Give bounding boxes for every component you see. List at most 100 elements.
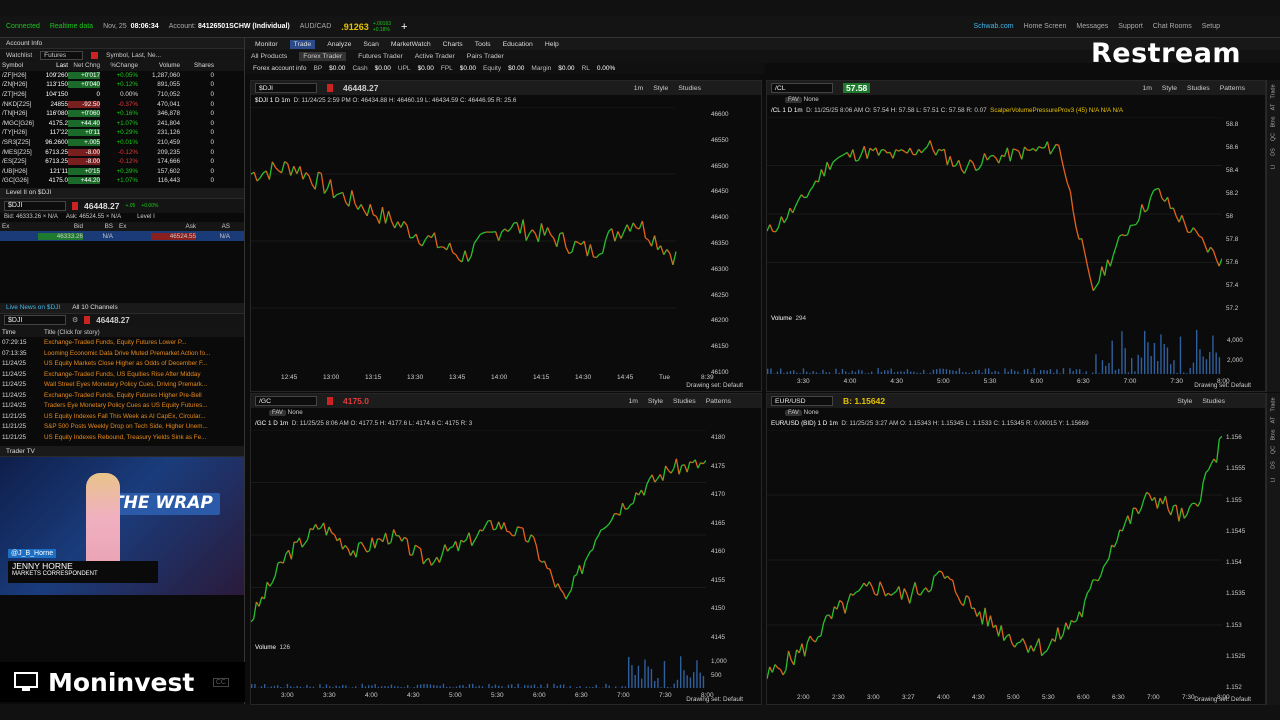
news-item[interactable]: 11/21/25 US Equity Indexes Fall This Week… — [0, 411, 244, 422]
gc-drawing-set[interactable]: Drawing set: Default — [686, 696, 743, 703]
gc-style[interactable]: Style — [648, 398, 663, 405]
gc-timeframe[interactable]: 1m — [628, 398, 637, 405]
tab-all-products[interactable]: All Products — [251, 53, 287, 60]
sidebar-tab[interactable]: LI — [1271, 474, 1277, 487]
news-item[interactable]: 11/24/25 Traders Eye Monetary Policy Cues… — [0, 400, 244, 411]
cl-drawing-set[interactable]: Drawing set: Default — [1194, 382, 1251, 389]
news-item[interactable]: 07:29:15 Exchange-Traded Funds, Equity Fu… — [0, 337, 244, 348]
tab-active-trader[interactable]: Active Trader — [415, 53, 455, 60]
dji-price-chart[interactable] — [251, 107, 706, 375]
col-netchng[interactable]: Net Chng — [68, 62, 100, 69]
menu-tools[interactable]: Tools — [475, 41, 491, 48]
menu-scan[interactable]: Scan — [363, 41, 379, 48]
menu-analyze[interactable]: Analyze — [327, 41, 351, 48]
watchlist-row[interactable]: /TN[H26] 116'080 +0'060 +0.16% 346,878 0 — [0, 109, 244, 119]
watchlist-row[interactable]: /MGC[G26] 4175.2 +44.40 +1.07% 241,804 0 — [0, 119, 244, 129]
flag-icon[interactable] — [327, 84, 333, 92]
tradertv-video[interactable]: THE WRAP @J_B_Horne JENNY HORNE MARKETS … — [0, 457, 244, 596]
cl-patterns[interactable]: Patterns — [1220, 85, 1245, 92]
sidebar-tab[interactable]: Btns — [1271, 429, 1277, 442]
sidebar-tab[interactable]: QC — [1271, 444, 1277, 457]
menu-trade[interactable]: Trade — [289, 39, 316, 49]
news-channels[interactable]: All 10 Channels — [72, 304, 118, 311]
add-ticker-button[interactable]: + — [401, 21, 407, 33]
watchlist-row[interactable]: /MES[Z25] 6713.25 -8.00 -0.12% 209,235 0 — [0, 147, 244, 157]
watchlist-row[interactable]: /ZT[H26] 104'150 0 0.00% 710,052 0 — [0, 90, 244, 100]
flag-icon[interactable] — [84, 316, 91, 325]
dji-timeframe[interactable]: 1m — [634, 85, 643, 92]
col-last[interactable]: Last — [36, 62, 68, 69]
watchlist-row[interactable]: /NKD[Z25] 24855 -92.50 -0.37% 470,041 0 — [0, 99, 244, 109]
flag-icon[interactable] — [327, 397, 333, 405]
watchlist-row[interactable]: /TY[H26] 117'22 +0'11 +0.29% 231,126 0 — [0, 128, 244, 138]
eurusd-drawing-set[interactable]: Drawing set: Default — [1194, 696, 1251, 703]
flag-icon[interactable] — [72, 201, 78, 210]
col-symbol[interactable]: Symbol — [0, 62, 36, 69]
menu-help[interactable]: Help — [545, 41, 559, 48]
gc-price-chart[interactable] — [251, 430, 706, 640]
news-item[interactable]: 11/21/25 US Equity Indexes Rebound, Treas… — [0, 432, 244, 443]
cl-fav-tag[interactable]: FAV — [785, 97, 802, 103]
watchlist-row[interactable]: /ZF[H26] 109'260 +0'017 +0.05% 1,287,060 0 — [0, 71, 244, 81]
cc-badge[interactable]: CC — [212, 677, 229, 687]
chat-rooms-link[interactable]: Chat Rooms — [1153, 23, 1192, 30]
level2-row[interactable]: 46333.26 N/A 46524.55 N/A — [0, 231, 244, 241]
sidebar-tab[interactable]: DS — [1271, 459, 1277, 472]
cl-studies[interactable]: Studies — [1187, 85, 1210, 92]
sidebar-tab[interactable]: Btns — [1271, 116, 1277, 129]
tab-futures-trader[interactable]: Futures Trader — [358, 53, 403, 60]
watchlist-select[interactable]: Futures — [40, 50, 84, 60]
sidebar-tab[interactable]: AT — [1271, 101, 1277, 114]
eurusd-fav-tag[interactable]: FAV — [785, 410, 802, 416]
menu-marketwatch[interactable]: MarketWatch — [391, 41, 431, 48]
sidebar-tab[interactable]: LI — [1271, 161, 1277, 174]
cl-timeframe[interactable]: 1m — [1142, 85, 1151, 92]
messages-link[interactable]: Messages — [1076, 23, 1108, 30]
cl-price-chart[interactable] — [767, 117, 1222, 311]
watchlist-row[interactable]: /ZN[H26] 113'150 +0'040 +0.12% 891,055 0 — [0, 80, 244, 90]
watchlist-row[interactable]: /UB[H26] 121'11 +0'15 +0.39% 157,602 0 — [0, 167, 244, 177]
tab-pairs-trader[interactable]: Pairs Trader — [467, 53, 504, 60]
menu-charts[interactable]: Charts — [443, 41, 463, 48]
news-item[interactable]: 11/24/25 Wall Street Eyes Monetary Policy… — [0, 379, 244, 390]
sidebar-tab[interactable]: AT — [1271, 414, 1277, 427]
dji-drawing-set[interactable]: Drawing set: Default — [686, 382, 743, 389]
news-item[interactable]: 11/24/25 Exchange-Traded Funds, Equity Fu… — [0, 390, 244, 401]
col-pctchange[interactable]: %Change — [100, 62, 138, 69]
news-item[interactable]: 11/24/25 Exchange-Traded Funds, US Equiti… — [0, 369, 244, 380]
eurusd-studies[interactable]: Studies — [1202, 398, 1225, 405]
account-info-header[interactable]: Account Info — [0, 38, 244, 49]
col-volume[interactable]: Volume — [138, 62, 180, 69]
home-screen-link[interactable]: Home Screen — [1024, 23, 1067, 30]
watchlist-columns[interactable]: Symbol, Last, Ne... — [106, 52, 161, 59]
support-link[interactable]: Support — [1118, 23, 1143, 30]
tab-forex-trader[interactable]: Forex Trader — [299, 52, 347, 61]
watchlist-row[interactable]: /ES[Z25] 6713.25 -8.00 -0.12% 174,666 0 — [0, 157, 244, 167]
flag-icon[interactable] — [91, 51, 99, 59]
news-symbol-input[interactable]: $DJI — [4, 315, 66, 326]
sidebar-tab[interactable]: Trade — [1271, 397, 1277, 411]
dji-style[interactable]: Style — [653, 85, 668, 92]
cl-style[interactable]: Style — [1162, 85, 1177, 92]
gc-patterns[interactable]: Patterns — [706, 398, 731, 405]
menu-monitor[interactable]: Monitor — [255, 41, 278, 48]
eurusd-style[interactable]: Style — [1177, 398, 1192, 405]
eurusd-symbol-input[interactable]: EUR/USD — [771, 396, 833, 406]
sidebar-tab[interactable]: DS — [1271, 146, 1277, 159]
watchlist-row[interactable]: /SR3[Z25] 96.2600 +.005 +0.01% 210,459 0 — [0, 138, 244, 148]
account-selector[interactable]: 84126501SCHW (Individual) — [198, 23, 290, 30]
gc-fav-tag[interactable]: FAV — [269, 410, 286, 416]
news-item[interactable]: 11/24/25 US Equity Markets Close Higher a… — [0, 358, 244, 369]
news-item[interactable]: 07:13:35 Looming Economic Data Drive Mute… — [0, 348, 244, 359]
gc-symbol-input[interactable]: /GC — [255, 396, 317, 406]
menu-education[interactable]: Education — [503, 41, 533, 48]
ticker-pair[interactable]: AUD/CAD — [300, 23, 332, 30]
eurusd-price-chart[interactable] — [767, 430, 1222, 690]
sidebar-tab[interactable]: Trade — [1271, 84, 1277, 98]
gear-icon[interactable]: ⚙ — [72, 316, 78, 324]
watchlist-row[interactable]: /GC[G26] 4175.0 +44.20 +1.07% 116,443 0 — [0, 176, 244, 186]
dji-symbol-input[interactable]: $DJI — [255, 83, 317, 93]
gc-studies[interactable]: Studies — [673, 398, 696, 405]
level2-symbol-input[interactable]: $DJI — [4, 200, 66, 211]
sidebar-tab[interactable]: QC — [1271, 131, 1277, 144]
